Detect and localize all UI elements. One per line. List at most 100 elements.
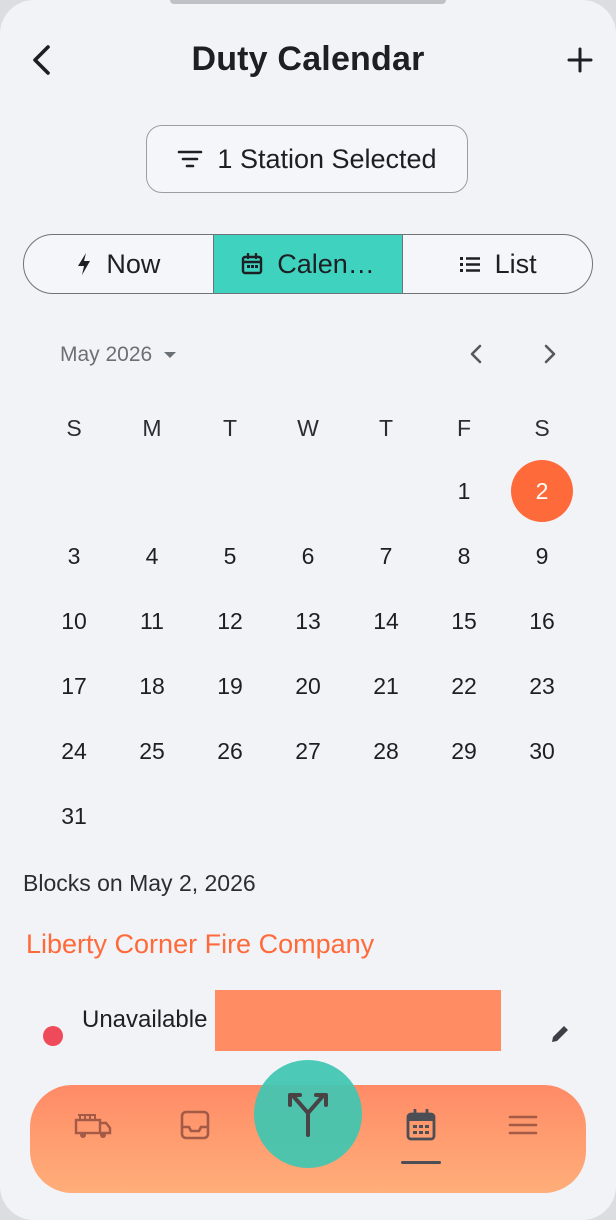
device-notch: [170, 0, 446, 4]
redacted-area: [215, 990, 501, 1051]
calendar-icon: [406, 1109, 436, 1141]
calendar-day[interactable]: 7: [347, 525, 425, 587]
day-number: 21: [373, 672, 399, 699]
app-screen: Duty Calendar 1 Station Selected Now Cal…: [0, 0, 616, 1220]
menu-icon: [508, 1115, 538, 1135]
blocks-heading: Blocks on May 2, 2026: [23, 870, 256, 896]
calendar-day[interactable]: 29: [425, 720, 503, 782]
calendar-day[interactable]: 19: [191, 655, 269, 717]
calendar-day[interactable]: 3: [35, 525, 113, 587]
calendar-day[interactable]: 15: [425, 590, 503, 652]
calendar-day[interactable]: 5: [191, 525, 269, 587]
nav-calendar[interactable]: [396, 1105, 446, 1145]
calendar-day[interactable]: 6: [269, 525, 347, 587]
next-month-button[interactable]: [534, 338, 566, 370]
calendar-day[interactable]: 12: [191, 590, 269, 652]
tab-now[interactable]: Now: [24, 235, 213, 293]
calendar-day[interactable]: 9: [503, 525, 581, 587]
day-number: 25: [139, 737, 165, 764]
day-number: 11: [140, 607, 164, 634]
empty-day-cell: [113, 785, 191, 847]
add-button[interactable]: [560, 40, 600, 80]
weekday-label: F: [456, 414, 472, 441]
calendar-day[interactable]: 16: [503, 590, 581, 652]
day-number: 14: [373, 607, 399, 634]
day-number: 12: [217, 607, 243, 634]
day-number: 26: [217, 737, 243, 764]
calendar-week-row: 17 18 19 20 21 22 23: [35, 655, 581, 717]
bolt-icon: [78, 253, 91, 275]
calendar-day[interactable]: 13: [269, 590, 347, 652]
block-item[interactable]: Unavailable: [40, 990, 580, 1052]
day-number: 16: [529, 607, 555, 634]
calendar-day[interactable]: 8: [425, 525, 503, 587]
tab-calendar-label: Calen…: [277, 248, 375, 279]
month-picker[interactable]: May 2026: [60, 340, 178, 370]
day-number: 7: [379, 542, 393, 569]
tab-now-label: Now: [106, 248, 161, 279]
weekday-label: W: [297, 414, 319, 441]
empty-day-cell: [503, 785, 581, 847]
weekday-label: T: [378, 414, 394, 441]
filter-icon: [178, 150, 203, 168]
station-filter-button[interactable]: 1 Station Selected: [146, 125, 468, 193]
day-number: 23: [529, 672, 555, 699]
caret-down-icon: [164, 352, 177, 358]
nav-inbox[interactable]: [170, 1105, 220, 1145]
split-arrows-icon: [288, 1093, 328, 1137]
calendar-day[interactable]: 17: [35, 655, 113, 717]
split-action-button[interactable]: [254, 1060, 362, 1168]
calendar-day[interactable]: 1: [425, 460, 503, 522]
calendar-day[interactable]: 30: [503, 720, 581, 782]
weekday-label: S: [534, 414, 550, 441]
calendar-day[interactable]: 20: [269, 655, 347, 717]
page-title: Duty Calendar: [191, 40, 425, 78]
calendar-day[interactable]: 4: [113, 525, 191, 587]
day-number: 4: [145, 542, 159, 569]
station-name: Liberty Corner Fire Company: [26, 929, 375, 959]
weekday-header: SMTWTFS: [35, 408, 581, 448]
weekday-label: S: [66, 414, 82, 441]
day-number: 27: [295, 737, 321, 764]
day-number: 6: [301, 542, 315, 569]
pencil-icon: [552, 1026, 568, 1042]
calendar-day[interactable]: 31: [35, 785, 113, 847]
calendar-day[interactable]: 24: [35, 720, 113, 782]
day-number: 28: [373, 737, 399, 764]
empty-day-cell: [347, 460, 425, 522]
calendar-day[interactable]: 18: [113, 655, 191, 717]
calendar-day[interactable]: 2: [503, 460, 581, 522]
empty-day-cell: [113, 460, 191, 522]
weekday-label: T: [222, 414, 238, 441]
station-filter-label: 1 Station Selected: [217, 143, 437, 174]
previous-month-button[interactable]: [460, 338, 492, 370]
calendar-day[interactable]: 26: [191, 720, 269, 782]
month-label: May 2026: [60, 343, 153, 366]
edit-block-button[interactable]: [546, 1020, 574, 1048]
day-number: 19: [217, 672, 243, 699]
calendar-day[interactable]: 21: [347, 655, 425, 717]
nav-fire-truck[interactable]: [68, 1105, 118, 1145]
inbox-icon: [180, 1110, 210, 1140]
calendar-day[interactable]: 11: [113, 590, 191, 652]
chevron-left-icon: [470, 344, 482, 364]
calendar-day[interactable]: 27: [269, 720, 347, 782]
day-number: 17: [61, 672, 87, 699]
empty-day-cell: [191, 460, 269, 522]
calendar-day[interactable]: 28: [347, 720, 425, 782]
status-dot: [43, 1026, 63, 1046]
day-number: 30: [529, 737, 555, 764]
empty-day-cell: [35, 460, 113, 522]
empty-day-cell: [347, 785, 425, 847]
block-status-label: Unavailable: [82, 1006, 208, 1033]
nav-menu[interactable]: [498, 1105, 548, 1145]
day-number: 13: [295, 607, 321, 634]
calendar-day[interactable]: 22: [425, 655, 503, 717]
tab-list[interactable]: List: [402, 235, 592, 293]
calendar-day[interactable]: 10: [35, 590, 113, 652]
tab-calendar[interactable]: Calen…: [212, 235, 403, 293]
active-tab-indicator: [401, 1161, 441, 1164]
calendar-day[interactable]: 14: [347, 590, 425, 652]
calendar-day[interactable]: 25: [113, 720, 191, 782]
calendar-day[interactable]: 23: [503, 655, 581, 717]
